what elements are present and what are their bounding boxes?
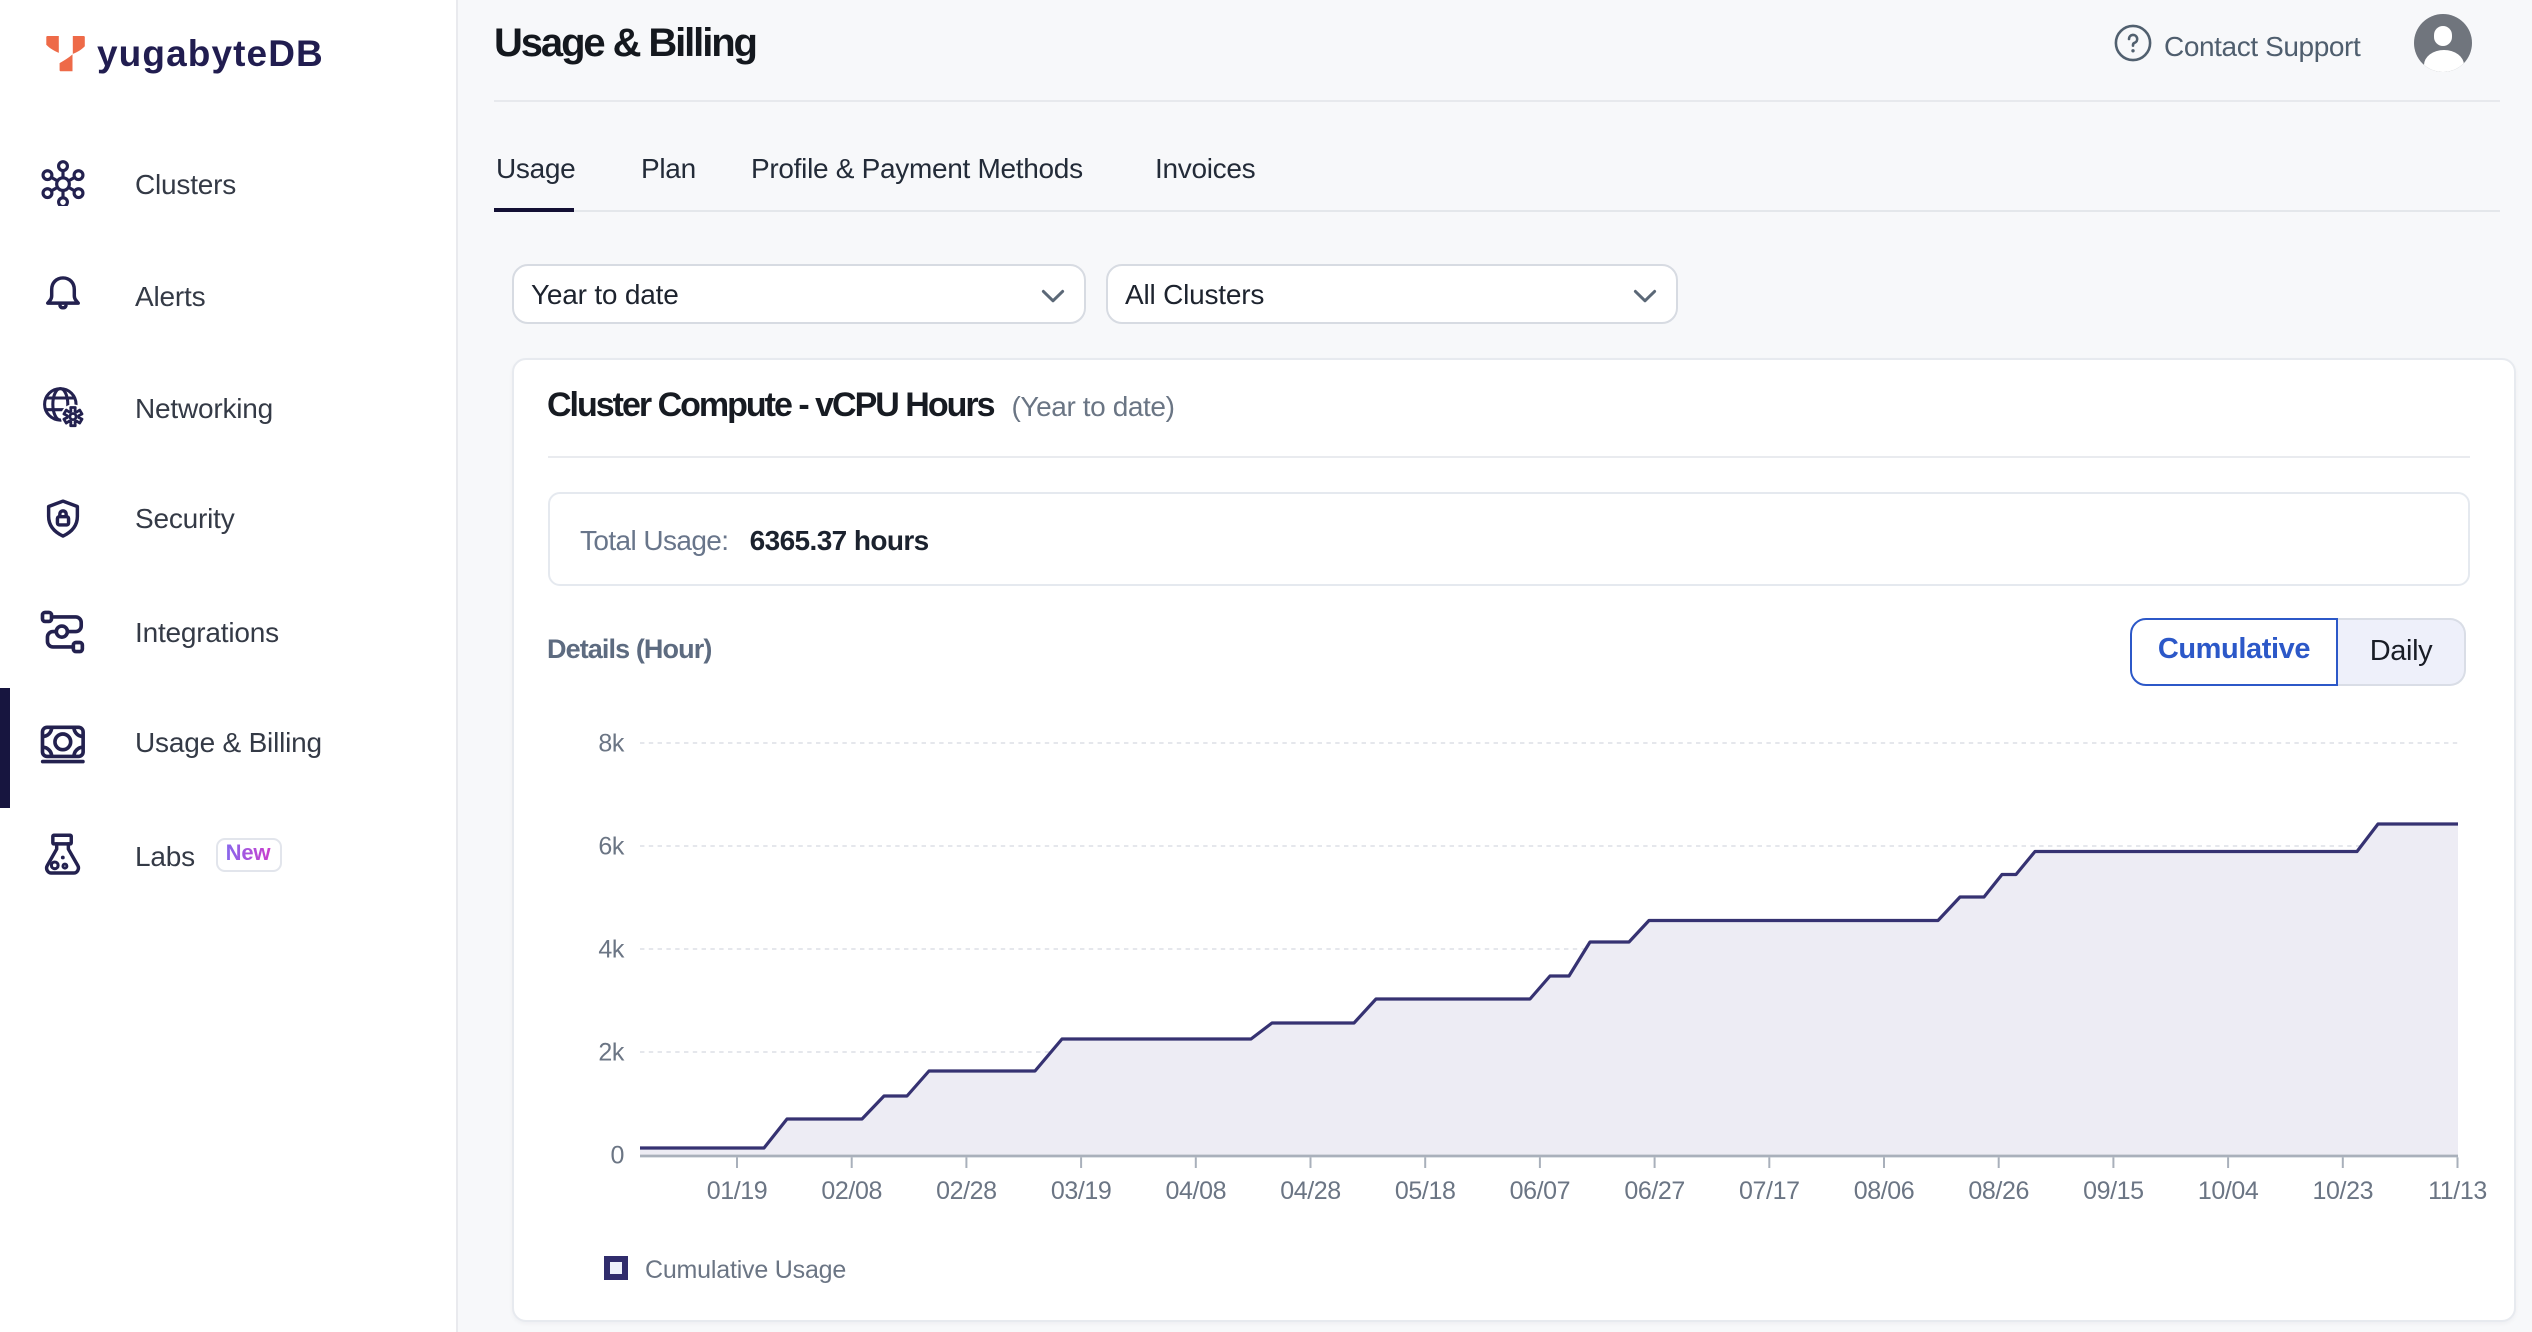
svg-text:04/28: 04/28 (1280, 1177, 1341, 1205)
svg-text:08/06: 08/06 (1854, 1177, 1915, 1205)
svg-text:08/26: 08/26 (1968, 1177, 2029, 1205)
svg-text:06/27: 06/27 (1624, 1177, 1685, 1205)
svg-text:8k: 8k (598, 730, 625, 758)
svg-text:2k: 2k (598, 1039, 625, 1067)
svg-text:6k: 6k (598, 833, 625, 861)
svg-text:01/19: 01/19 (707, 1177, 768, 1205)
svg-text:02/28: 02/28 (936, 1177, 997, 1205)
svg-text:05/18: 05/18 (1395, 1177, 1456, 1205)
svg-text:0: 0 (610, 1142, 624, 1170)
svg-text:4k: 4k (598, 936, 625, 964)
svg-text:06/07: 06/07 (1510, 1177, 1571, 1205)
svg-text:02/08: 02/08 (821, 1177, 882, 1205)
svg-text:11/13: 11/13 (2428, 1177, 2487, 1205)
svg-text:10/23: 10/23 (2313, 1177, 2374, 1205)
svg-text:04/08: 04/08 (1166, 1177, 1227, 1205)
svg-text:03/19: 03/19 (1051, 1177, 1112, 1205)
svg-text:10/04: 10/04 (2198, 1177, 2259, 1205)
svg-text:07/17: 07/17 (1739, 1177, 1800, 1205)
svg-text:09/15: 09/15 (2083, 1177, 2144, 1205)
